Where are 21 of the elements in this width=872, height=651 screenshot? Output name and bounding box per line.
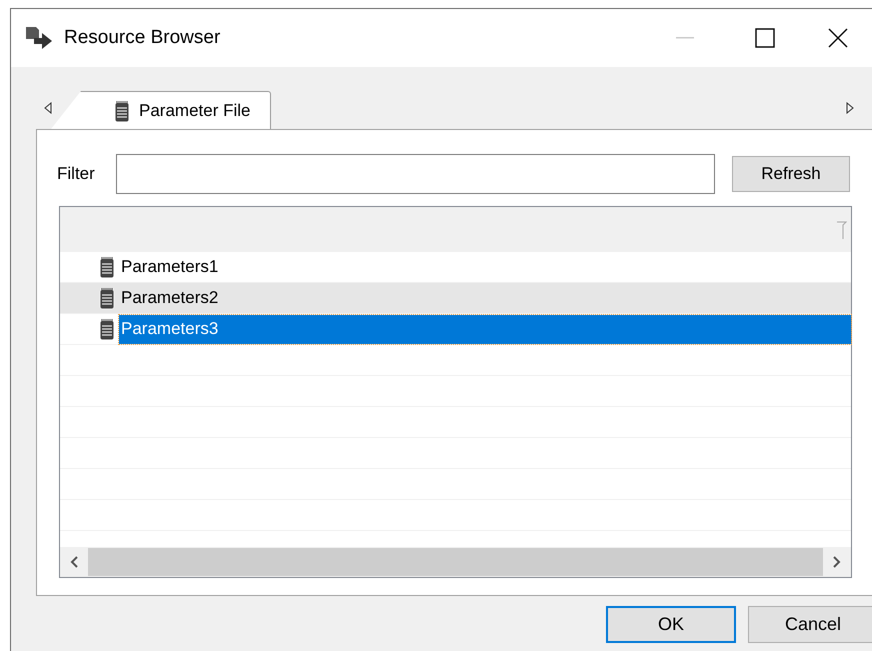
chevron-left-icon bbox=[69, 556, 79, 568]
list-row[interactable]: Parameters2 bbox=[60, 283, 851, 314]
close-icon bbox=[828, 28, 848, 48]
tab[interactable]: Parameter File bbox=[51, 91, 272, 129]
notepad-icon bbox=[100, 256, 114, 278]
dialog-button[interactable]: OK bbox=[606, 606, 736, 643]
notepad-icon bbox=[100, 318, 114, 340]
maximize-icon bbox=[755, 28, 775, 48]
row-label: Parameters1 bbox=[120, 256, 220, 278]
window-title: Resource Browser bbox=[64, 26, 220, 50]
chevron-right-icon bbox=[832, 556, 842, 568]
filter-field[interactable] bbox=[116, 154, 715, 194]
left-triangle-icon bbox=[44, 102, 52, 114]
notepad-icon bbox=[100, 287, 114, 309]
dialog-button[interactable]: Cancel bbox=[748, 606, 872, 643]
right-triangle-icon bbox=[846, 102, 854, 114]
row-label: Parameters2 bbox=[120, 287, 220, 310]
notepad-icon bbox=[115, 100, 129, 122]
minimize-icon bbox=[676, 37, 694, 39]
refresh-button[interactable]: Refresh bbox=[732, 156, 850, 192]
filter-label: Filter bbox=[57, 163, 96, 186]
